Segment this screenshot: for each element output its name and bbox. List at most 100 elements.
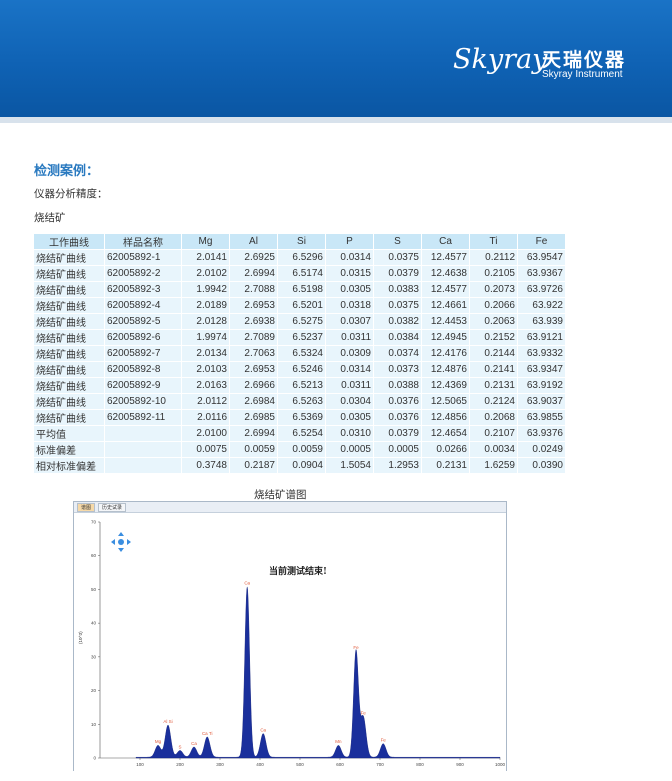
x-tick-label: 300 bbox=[216, 762, 224, 767]
table-cell: 2.0189 bbox=[182, 298, 229, 313]
table-cell: 0.2107 bbox=[470, 426, 517, 441]
table-cell: 烧结矿曲线 bbox=[34, 314, 104, 329]
table-cell: 0.0375 bbox=[374, 298, 421, 313]
table-cell: 0.3748 bbox=[182, 458, 229, 473]
table-cell: 63.9547 bbox=[518, 250, 565, 265]
peak-label: Ca bbox=[191, 741, 197, 746]
table-cell: 0.0314 bbox=[326, 250, 373, 265]
table-cell: 62005892-2 bbox=[105, 266, 181, 281]
table-cell: 0.0310 bbox=[326, 426, 373, 441]
tab-history[interactable]: 历史试录 bbox=[98, 503, 127, 512]
table-cell: 12.4661 bbox=[422, 298, 469, 313]
material-label: 烧结矿 bbox=[34, 212, 66, 224]
table-cell: 烧结矿曲线 bbox=[34, 410, 104, 425]
table-cell: 0.2187 bbox=[230, 458, 277, 473]
table-cell: 2.6984 bbox=[230, 394, 277, 409]
table-cell: 0.0373 bbox=[374, 362, 421, 377]
precision-table: 工作曲线 样品名称 Mg Al Si P S Ca Ti Fe 烧结矿曲线 620… bbox=[33, 233, 566, 474]
table-cell: 2.6994 bbox=[230, 266, 277, 281]
table-cell: 0.0304 bbox=[326, 394, 373, 409]
page-header: Skyray 天瑞仪器 Skyray Instrument bbox=[0, 0, 672, 117]
table-cell: 62005892-10 bbox=[105, 394, 181, 409]
table-cell: 烧结矿曲线 bbox=[34, 282, 104, 297]
table-cell: 0.0375 bbox=[374, 250, 421, 265]
table-cell: 0.0379 bbox=[374, 266, 421, 281]
table-cell: 0.2141 bbox=[470, 362, 517, 377]
table-cell: 12.4453 bbox=[422, 314, 469, 329]
table-cell: 6.5198 bbox=[278, 282, 325, 297]
peak-label: Mg bbox=[155, 739, 162, 744]
table-cell: 12.4176 bbox=[422, 346, 469, 361]
table-cell: 6.5275 bbox=[278, 314, 325, 329]
column-header: Al bbox=[230, 234, 277, 249]
table-row: 烧结矿曲线 62005892-7 2.0134 2.7063 6.5324 0.0309 0… bbox=[34, 346, 565, 361]
table-cell: 63.9192 bbox=[518, 378, 565, 393]
column-header: 工作曲线 bbox=[34, 234, 104, 249]
section-subtitle: 仪器分析精度： bbox=[34, 188, 108, 200]
table-cell: 63.9332 bbox=[518, 346, 565, 361]
y-tick-label: 40 bbox=[91, 621, 97, 626]
peak-label: Ca bbox=[244, 581, 250, 586]
peak-label: Fe bbox=[353, 645, 359, 650]
brand-name-cn: 天瑞仪器 bbox=[542, 50, 627, 71]
table-cell: 0.0034 bbox=[470, 442, 517, 457]
tab-spectrum[interactable]: 谱图 bbox=[77, 503, 96, 512]
table-cell: 6.5201 bbox=[278, 298, 325, 313]
section-title: 检测案例： bbox=[34, 163, 100, 178]
table-cell: 2.0103 bbox=[182, 362, 229, 377]
table-cell: 0.0311 bbox=[326, 330, 373, 345]
table-cell: 2.6938 bbox=[230, 314, 277, 329]
table-cell: 6.5246 bbox=[278, 362, 325, 377]
table-cell: 0.2073 bbox=[470, 282, 517, 297]
x-tick-label: 700 bbox=[376, 762, 384, 767]
table-cell: 0.0059 bbox=[278, 442, 325, 457]
table-body: 烧结矿曲线 62005892-1 2.0141 2.6925 6.5296 0.0314 0… bbox=[34, 250, 565, 473]
table-row: 烧结矿曲线 62005892-3 1.9942 2.7088 6.5198 0.0305 0… bbox=[34, 282, 565, 297]
table-cell: 0.0305 bbox=[326, 282, 373, 297]
table-cell: 0.0904 bbox=[278, 458, 325, 473]
table-cell: 62005892-6 bbox=[105, 330, 181, 345]
table-cell: 0.2063 bbox=[470, 314, 517, 329]
table-cell: 62005892-8 bbox=[105, 362, 181, 377]
table-cell: 1.6259 bbox=[470, 458, 517, 473]
table-cell: 0.0314 bbox=[326, 362, 373, 377]
table-cell: 相对标准偏差 bbox=[34, 458, 104, 473]
peak-label: Ca bbox=[260, 727, 266, 732]
column-header: Fe bbox=[518, 234, 565, 249]
table-header-row: 工作曲线 样品名称 Mg Al Si P S Ca Ti Fe bbox=[34, 234, 565, 249]
table-cell: 12.4577 bbox=[422, 250, 469, 265]
table-cell: 0.0309 bbox=[326, 346, 373, 361]
x-tick-label: 600 bbox=[336, 762, 344, 767]
table-cell: 63.9347 bbox=[518, 362, 565, 377]
table-cell: 0.0005 bbox=[374, 442, 421, 457]
table-cell: 0.0311 bbox=[326, 378, 373, 393]
table-row: 烧结矿曲线 62005892-6 1.9974 2.7089 6.5237 0.0311 0… bbox=[34, 330, 565, 345]
table-cell: 2.6925 bbox=[230, 250, 277, 265]
stat-row: 标准偏差 0.0075 0.0059 0.0059 0.0005 0.0005 0.0266… bbox=[34, 442, 565, 457]
peak-label: Fe bbox=[381, 738, 387, 743]
table-cell: 12.4638 bbox=[422, 266, 469, 281]
table-cell: 62005892-1 bbox=[105, 250, 181, 265]
table-cell: 0.2066 bbox=[470, 298, 517, 313]
table-cell: 2.0102 bbox=[182, 266, 229, 281]
table-cell: 6.5213 bbox=[278, 378, 325, 393]
table-cell: 1.9942 bbox=[182, 282, 229, 297]
table-cell: 2.7089 bbox=[230, 330, 277, 345]
x-tick-label: 1000 bbox=[495, 762, 506, 767]
table-cell: 6.5263 bbox=[278, 394, 325, 409]
column-header: 样品名称 bbox=[105, 234, 181, 249]
table-cell: 0.2112 bbox=[470, 250, 517, 265]
table-cell: 0.0379 bbox=[374, 426, 421, 441]
table-cell: 6.5237 bbox=[278, 330, 325, 345]
table-cell: 烧结矿曲线 bbox=[34, 330, 104, 345]
table-cell: 平均值 bbox=[34, 426, 104, 441]
x-tick-label: 800 bbox=[416, 762, 424, 767]
table-cell: 2.6953 bbox=[230, 298, 277, 313]
y-tick-label: 10 bbox=[91, 722, 97, 727]
y-tick-label: 60 bbox=[91, 553, 97, 558]
brand-script-logo: Skyray bbox=[453, 44, 548, 75]
table-row: 烧结矿曲线 62005892-8 2.0103 2.6953 6.5246 0.0314 0… bbox=[34, 362, 565, 377]
table-cell: 2.6985 bbox=[230, 410, 277, 425]
header-divider bbox=[0, 117, 672, 123]
table-cell: 0.2131 bbox=[422, 458, 469, 473]
